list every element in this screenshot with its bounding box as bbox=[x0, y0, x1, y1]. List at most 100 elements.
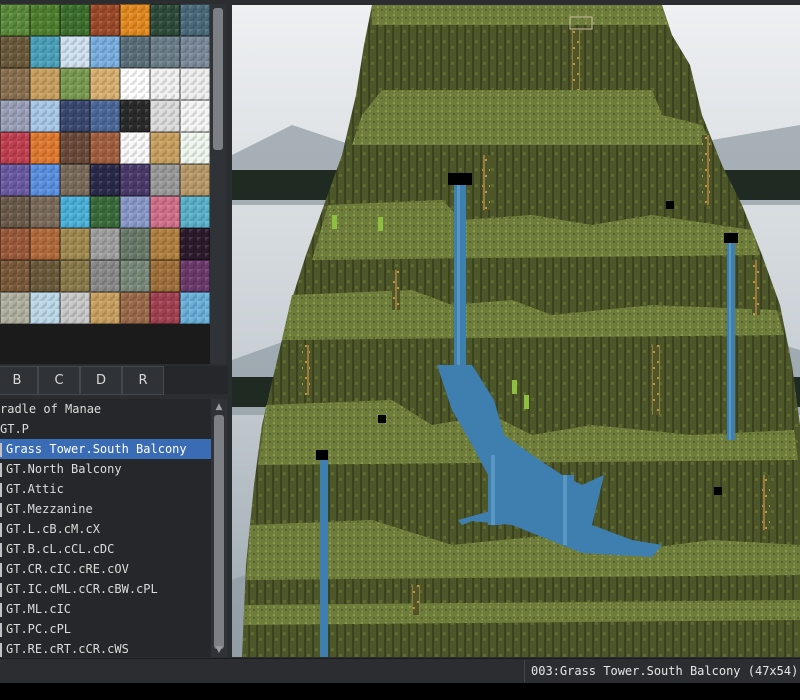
tileset-tile[interactable] bbox=[150, 228, 180, 260]
map-list-item[interactable]: GT.ML.cIC bbox=[0, 599, 211, 619]
tileset-tile[interactable] bbox=[180, 228, 210, 260]
map-list-item[interactable]: Grass Tower.South Balcony bbox=[0, 439, 211, 459]
tileset-tile[interactable] bbox=[120, 196, 150, 228]
tileset-tile[interactable] bbox=[180, 164, 210, 196]
tileset-tile[interactable] bbox=[0, 196, 30, 228]
scroll-down-icon[interactable]: ▼ bbox=[214, 645, 224, 655]
tileset-tile[interactable] bbox=[0, 36, 30, 68]
tileset-tile[interactable] bbox=[0, 132, 30, 164]
tileset-tile[interactable] bbox=[0, 164, 30, 196]
tileset-tile[interactable] bbox=[90, 196, 120, 228]
tree-indent-marker bbox=[0, 622, 2, 637]
tileset-tile[interactable] bbox=[60, 100, 90, 132]
tileset-tile[interactable] bbox=[150, 100, 180, 132]
tab-d[interactable]: D bbox=[80, 366, 122, 395]
tileset-tile[interactable] bbox=[150, 164, 180, 196]
tileset-tile[interactable] bbox=[150, 68, 180, 100]
tileset-tile[interactable] bbox=[150, 132, 180, 164]
status-bar: 003:Grass Tower.South Balcony (47x54) bbox=[0, 658, 800, 683]
map-list-item[interactable]: GT.Attic bbox=[0, 479, 211, 499]
map-list-item-label: radle of Manae bbox=[0, 402, 102, 416]
tileset-tile[interactable] bbox=[120, 260, 150, 292]
tileset-tile[interactable] bbox=[60, 68, 90, 100]
tileset-tile[interactable] bbox=[30, 228, 60, 260]
map-editor-canvas[interactable] bbox=[232, 5, 800, 657]
tileset-tile[interactable] bbox=[120, 228, 150, 260]
tileset-scrollbar[interactable] bbox=[210, 4, 226, 364]
tileset-tile[interactable] bbox=[30, 196, 60, 228]
tileset-tile[interactable] bbox=[180, 196, 210, 228]
map-list-item-label: GT.PC.cPL bbox=[6, 622, 72, 636]
tileset-tile[interactable] bbox=[150, 36, 180, 68]
map-list-item[interactable]: GT.CR.cIC.cRE.cOV bbox=[0, 559, 211, 579]
tileset-tile[interactable] bbox=[90, 260, 120, 292]
tileset-tile[interactable] bbox=[90, 292, 120, 324]
tileset-tile[interactable] bbox=[90, 164, 120, 196]
tileset-tile[interactable] bbox=[180, 4, 210, 36]
tileset-tile[interactable] bbox=[150, 196, 180, 228]
tileset-tile[interactable] bbox=[30, 260, 60, 292]
tileset-tile[interactable] bbox=[0, 100, 30, 132]
tileset-tile[interactable] bbox=[120, 100, 150, 132]
tileset-tile[interactable] bbox=[0, 4, 30, 36]
map-list-item[interactable]: GT.IC.cML.cCR.cBW.cPL bbox=[0, 579, 211, 599]
tileset-tile[interactable] bbox=[120, 164, 150, 196]
tileset-tile[interactable] bbox=[60, 36, 90, 68]
tileset-tile[interactable] bbox=[60, 196, 90, 228]
tileset-tile[interactable] bbox=[180, 260, 210, 292]
tileset-tile[interactable] bbox=[0, 68, 30, 100]
tileset-tile[interactable] bbox=[60, 228, 90, 260]
tileset-tile[interactable] bbox=[150, 260, 180, 292]
tileset-tile[interactable] bbox=[90, 228, 120, 260]
tileset-tile[interactable] bbox=[60, 132, 90, 164]
map-list-item[interactable]: GT.North Balcony bbox=[0, 459, 211, 479]
map-list-item[interactable]: GT.RE.cRT.cCR.cWS bbox=[0, 639, 211, 657]
tileset-tile[interactable] bbox=[60, 260, 90, 292]
tileset-tile[interactable] bbox=[60, 292, 90, 324]
tileset-tile[interactable] bbox=[90, 100, 120, 132]
map-tree-list: radle of Manae GT.P Grass Tower.South Balc… bbox=[0, 399, 211, 657]
map-list-item[interactable]: GT.P bbox=[0, 419, 211, 439]
scroll-up-icon[interactable]: ▲ bbox=[214, 402, 224, 412]
tileset-tile[interactable] bbox=[90, 36, 120, 68]
map-list-scrollbar[interactable]: ▲ ▼ bbox=[211, 399, 227, 657]
tileset-palette[interactable] bbox=[0, 4, 210, 364]
tileset-tile[interactable] bbox=[30, 164, 60, 196]
tileset-tile[interactable] bbox=[120, 68, 150, 100]
tileset-tile[interactable] bbox=[30, 292, 60, 324]
tileset-tile[interactable] bbox=[60, 4, 90, 36]
tileset-tile[interactable] bbox=[0, 260, 30, 292]
map-list-scrollbar-thumb[interactable] bbox=[214, 415, 224, 649]
tileset-tile[interactable] bbox=[60, 164, 90, 196]
tab-r[interactable]: R bbox=[122, 366, 164, 395]
tileset-tile[interactable] bbox=[180, 100, 210, 132]
tileset-tile[interactable] bbox=[180, 132, 210, 164]
tileset-tile[interactable] bbox=[90, 68, 120, 100]
tileset-tile[interactable] bbox=[30, 68, 60, 100]
tab-c[interactable]: C bbox=[38, 366, 80, 395]
map-list-item[interactable]: GT.Mezzanine bbox=[0, 499, 211, 519]
tileset-tile[interactable] bbox=[0, 228, 30, 260]
tileset-tile[interactable] bbox=[120, 36, 150, 68]
tileset-tile[interactable] bbox=[30, 132, 60, 164]
tileset-tile[interactable] bbox=[120, 132, 150, 164]
tileset-tile[interactable] bbox=[0, 292, 30, 324]
tileset-tile[interactable] bbox=[30, 4, 60, 36]
tileset-tile[interactable] bbox=[30, 36, 60, 68]
tileset-tile[interactable] bbox=[90, 132, 120, 164]
map-list-item[interactable]: GT.L.cB.cM.cX bbox=[0, 519, 211, 539]
tileset-tile[interactable] bbox=[120, 292, 150, 324]
map-list-item[interactable]: GT.PC.cPL bbox=[0, 619, 211, 639]
tileset-tile[interactable] bbox=[180, 36, 210, 68]
tileset-tile[interactable] bbox=[30, 100, 60, 132]
tileset-tile[interactable] bbox=[150, 4, 180, 36]
map-list-item[interactable]: GT.B.cL.cCL.cDC bbox=[0, 539, 211, 559]
map-list-item[interactable]: radle of Manae bbox=[0, 399, 211, 419]
tab-b[interactable]: B bbox=[0, 366, 38, 395]
tileset-tile[interactable] bbox=[150, 292, 180, 324]
tileset-scrollbar-thumb[interactable] bbox=[213, 8, 223, 150]
tileset-tile[interactable] bbox=[90, 4, 120, 36]
tileset-tile[interactable] bbox=[120, 4, 150, 36]
tileset-tile[interactable] bbox=[180, 68, 210, 100]
tileset-tile[interactable] bbox=[180, 292, 210, 324]
